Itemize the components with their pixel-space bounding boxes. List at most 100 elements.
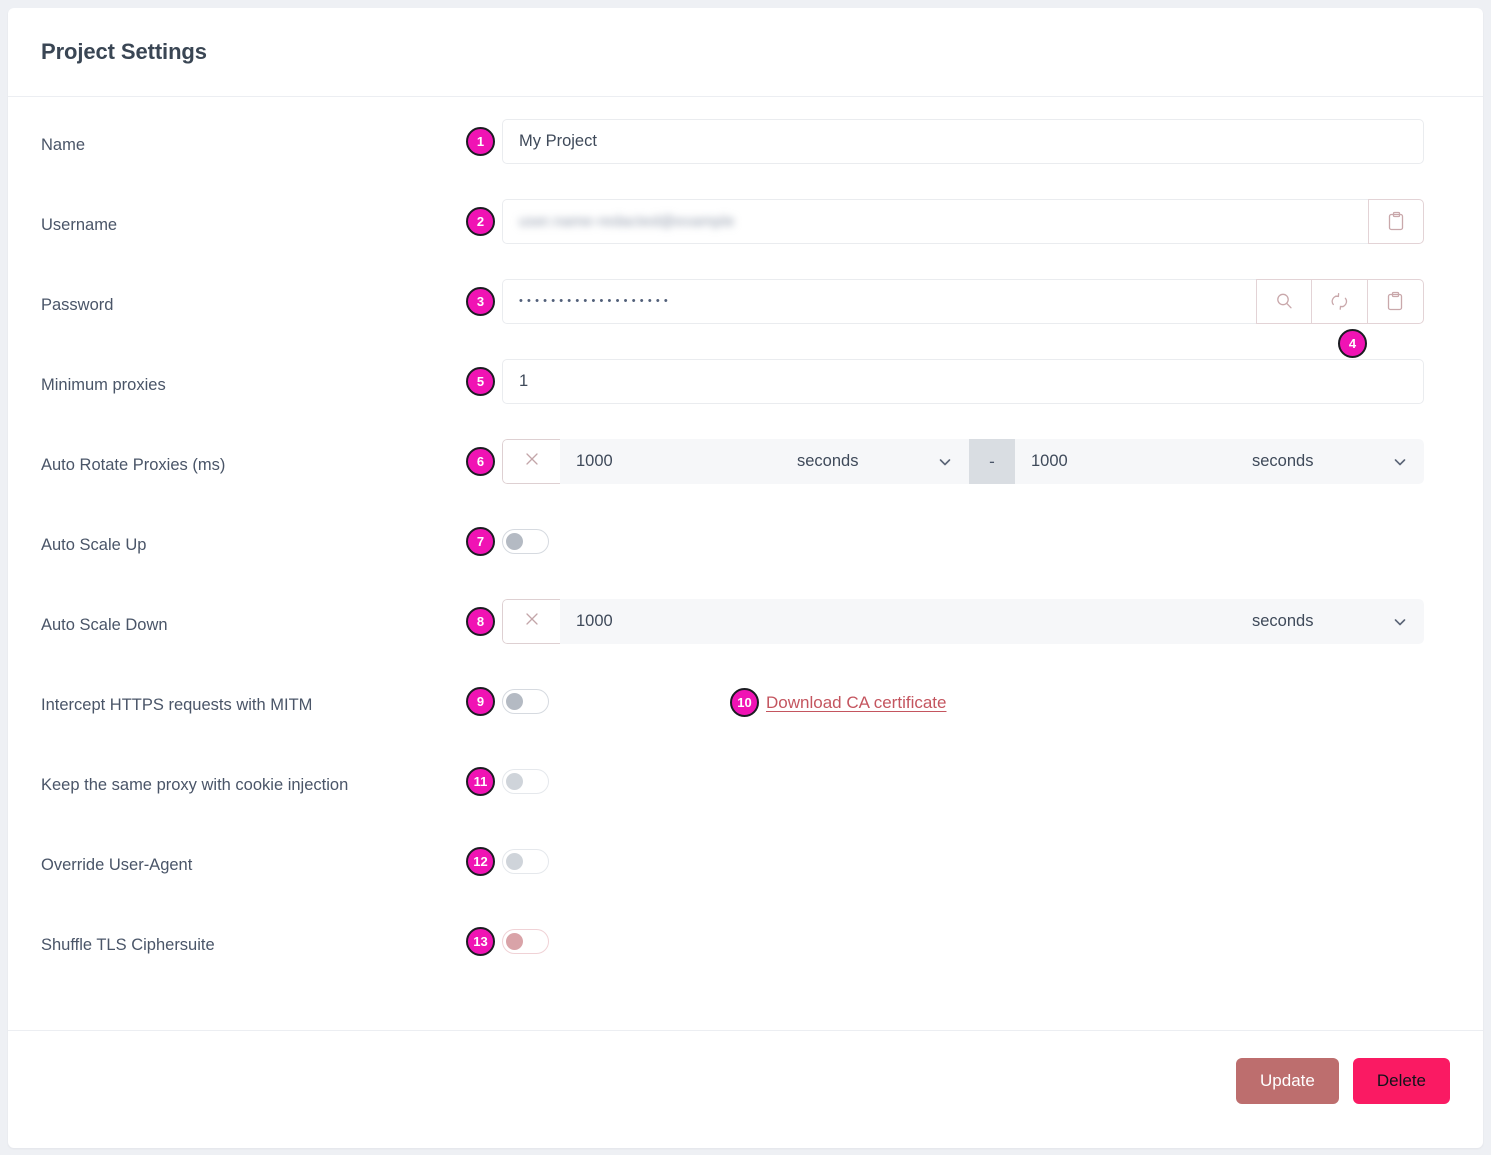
row-name: Name 1 My Project — [41, 119, 1450, 199]
label-auto-scale-down: Auto Scale Down — [41, 616, 168, 634]
magnifier-icon — [1274, 291, 1295, 312]
password-field-wrap: ••••••••••••••••••• — [502, 279, 1424, 324]
control-auto-scale-down: 8 1000 seconds — [466, 599, 1450, 644]
override-user-agent-toggle[interactable] — [502, 849, 549, 874]
label-override-user-agent: Override User-Agent — [41, 856, 193, 874]
auto-rotate-from-input[interactable]: 1000 — [560, 439, 779, 484]
control-intercept-mitm: 9 10 Download CA certificate — [466, 679, 1450, 717]
toggle-knob — [506, 773, 523, 790]
control-keep-same-proxy: 11 — [466, 759, 1450, 796]
control-auto-scale-up: 7 — [466, 519, 1450, 556]
clear-auto-scale-down-button[interactable] — [502, 599, 560, 644]
control-username: 2 user.name-redacted@example — [466, 199, 1450, 244]
copy-password-button[interactable] — [1368, 279, 1424, 324]
badge-12: 12 — [466, 847, 495, 876]
page-title: Project Settings — [41, 39, 207, 64]
auto-scale-up-toggle[interactable] — [502, 529, 549, 554]
reveal-password-button[interactable] — [1256, 279, 1312, 324]
name-input[interactable]: My Project — [502, 119, 1424, 164]
download-ca-area: 10 Download CA certificate — [730, 688, 946, 717]
minimum-proxies-input[interactable]: 1 — [502, 359, 1424, 404]
password-input[interactable]: ••••••••••••••••••• — [502, 279, 1256, 324]
toggle-knob — [506, 853, 523, 870]
badge-13: 13 — [466, 927, 495, 956]
row-auto-scale-up: Auto Scale Up 7 — [41, 519, 1450, 599]
label-password: Password — [41, 296, 114, 314]
auto-scale-down-unit-select[interactable]: seconds — [1234, 599, 1424, 644]
label-shuffle-tls: Shuffle TLS Ciphersuite — [41, 936, 215, 954]
close-icon — [522, 449, 542, 474]
intercept-mitm-toggle[interactable] — [502, 689, 549, 714]
auto-rotate-to-input[interactable]: 1000 — [1015, 439, 1234, 484]
download-ca-certificate-link[interactable]: Download CA certificate — [766, 693, 946, 713]
badge-11: 11 — [466, 767, 495, 796]
row-intercept-mitm: Intercept HTTPS requests with MITM 9 10 … — [41, 679, 1450, 759]
badge-10: 10 — [730, 688, 759, 717]
auto-scale-down-input[interactable]: 1000 — [560, 599, 1234, 644]
badge-6: 6 — [466, 447, 495, 476]
username-addons — [1368, 199, 1424, 244]
auto-rotate-to-unit-select[interactable]: seconds — [1234, 439, 1424, 484]
clipboard-icon — [1387, 211, 1406, 232]
name-field-wrap: My Project — [502, 119, 1424, 164]
minimum-proxies-field-wrap: 1 — [502, 359, 1424, 404]
row-minimum-proxies: Minimum proxies 5 1 — [41, 359, 1450, 439]
username-field-wrap: user.name-redacted@example — [502, 199, 1424, 244]
card-footer: Update Delete — [8, 1030, 1483, 1130]
toggle-knob — [506, 933, 523, 950]
clipboard-icon — [1386, 291, 1405, 312]
shuffle-tls-toggle[interactable] — [502, 929, 549, 954]
password-masked-value: ••••••••••••••••••• — [519, 295, 672, 307]
refresh-icon — [1329, 291, 1350, 312]
control-name: 1 My Project — [466, 119, 1450, 164]
username-input[interactable]: user.name-redacted@example — [502, 199, 1368, 244]
control-shuffle-tls: 13 — [466, 919, 1450, 956]
row-keep-same-proxy: Keep the same proxy with cookie injectio… — [41, 759, 1450, 839]
chevron-down-icon — [937, 454, 953, 470]
row-auto-rotate-proxies: Auto Rotate Proxies (ms) 6 1000 seconds … — [41, 439, 1450, 519]
control-auto-rotate-proxies: 6 1000 seconds - 1000 seconds — [466, 439, 1450, 484]
auto-rotate-group: 1000 seconds - 1000 seconds — [502, 439, 1424, 484]
label-auto-rotate-proxies: Auto Rotate Proxies (ms) — [41, 456, 226, 474]
label-minimum-proxies: Minimum proxies — [41, 376, 166, 394]
chevron-down-icon — [1392, 614, 1408, 630]
auto-scale-down-unit-label: seconds — [1252, 612, 1314, 630]
row-password: Password 3 ••••••••••••••••••• 4 — [41, 279, 1450, 359]
badge-2: 2 — [466, 207, 495, 236]
auto-rotate-to-unit-label: seconds — [1252, 452, 1314, 470]
control-password: 3 ••••••••••••••••••• 4 — [466, 279, 1450, 358]
page-root: Project Settings Name 1 My Project Usern… — [0, 0, 1491, 1155]
delete-button[interactable]: Delete — [1352, 1057, 1450, 1104]
auto-rotate-from-unit-select[interactable]: seconds — [779, 439, 969, 484]
label-intercept-mitm: Intercept HTTPS requests with MITM — [41, 696, 313, 714]
badge-5: 5 — [466, 367, 495, 396]
badge-3: 3 — [466, 287, 495, 316]
label-auto-scale-up: Auto Scale Up — [41, 536, 147, 554]
username-redacted-value: user.name-redacted@example — [519, 213, 735, 230]
settings-form: Name 1 My Project Username 2 user.name-r… — [8, 97, 1483, 999]
row-shuffle-tls: Shuffle TLS Ciphersuite 13 — [41, 919, 1450, 999]
copy-username-button[interactable] — [1368, 199, 1424, 244]
range-separator: - — [969, 439, 1015, 484]
control-override-user-agent: 12 — [466, 839, 1450, 876]
clear-auto-rotate-button[interactable] — [502, 439, 560, 484]
label-name: Name — [41, 136, 86, 154]
chevron-down-icon — [1392, 454, 1408, 470]
label-keep-same-proxy: Keep the same proxy with cookie injectio… — [41, 776, 349, 794]
badge-7: 7 — [466, 527, 495, 556]
badge-8: 8 — [466, 607, 495, 636]
row-auto-scale-down: Auto Scale Down 8 1000 seconds — [41, 599, 1450, 679]
keep-same-proxy-toggle[interactable] — [502, 769, 549, 794]
auto-rotate-to-segment: 1000 seconds — [1015, 439, 1424, 484]
generate-password-button[interactable] — [1312, 279, 1368, 324]
control-minimum-proxies: 5 1 — [466, 359, 1450, 404]
update-button[interactable]: Update — [1236, 1057, 1339, 1104]
badge-4: 4 — [1338, 329, 1367, 358]
auto-rotate-from-unit-label: seconds — [797, 452, 859, 470]
close-icon — [522, 609, 542, 634]
row-username: Username 2 user.name-redacted@example — [41, 199, 1450, 279]
card-header: Project Settings — [8, 8, 1483, 97]
badge-1: 1 — [466, 127, 495, 156]
badge-9: 9 — [466, 687, 495, 716]
auto-scale-down-group: 1000 seconds — [502, 599, 1424, 644]
